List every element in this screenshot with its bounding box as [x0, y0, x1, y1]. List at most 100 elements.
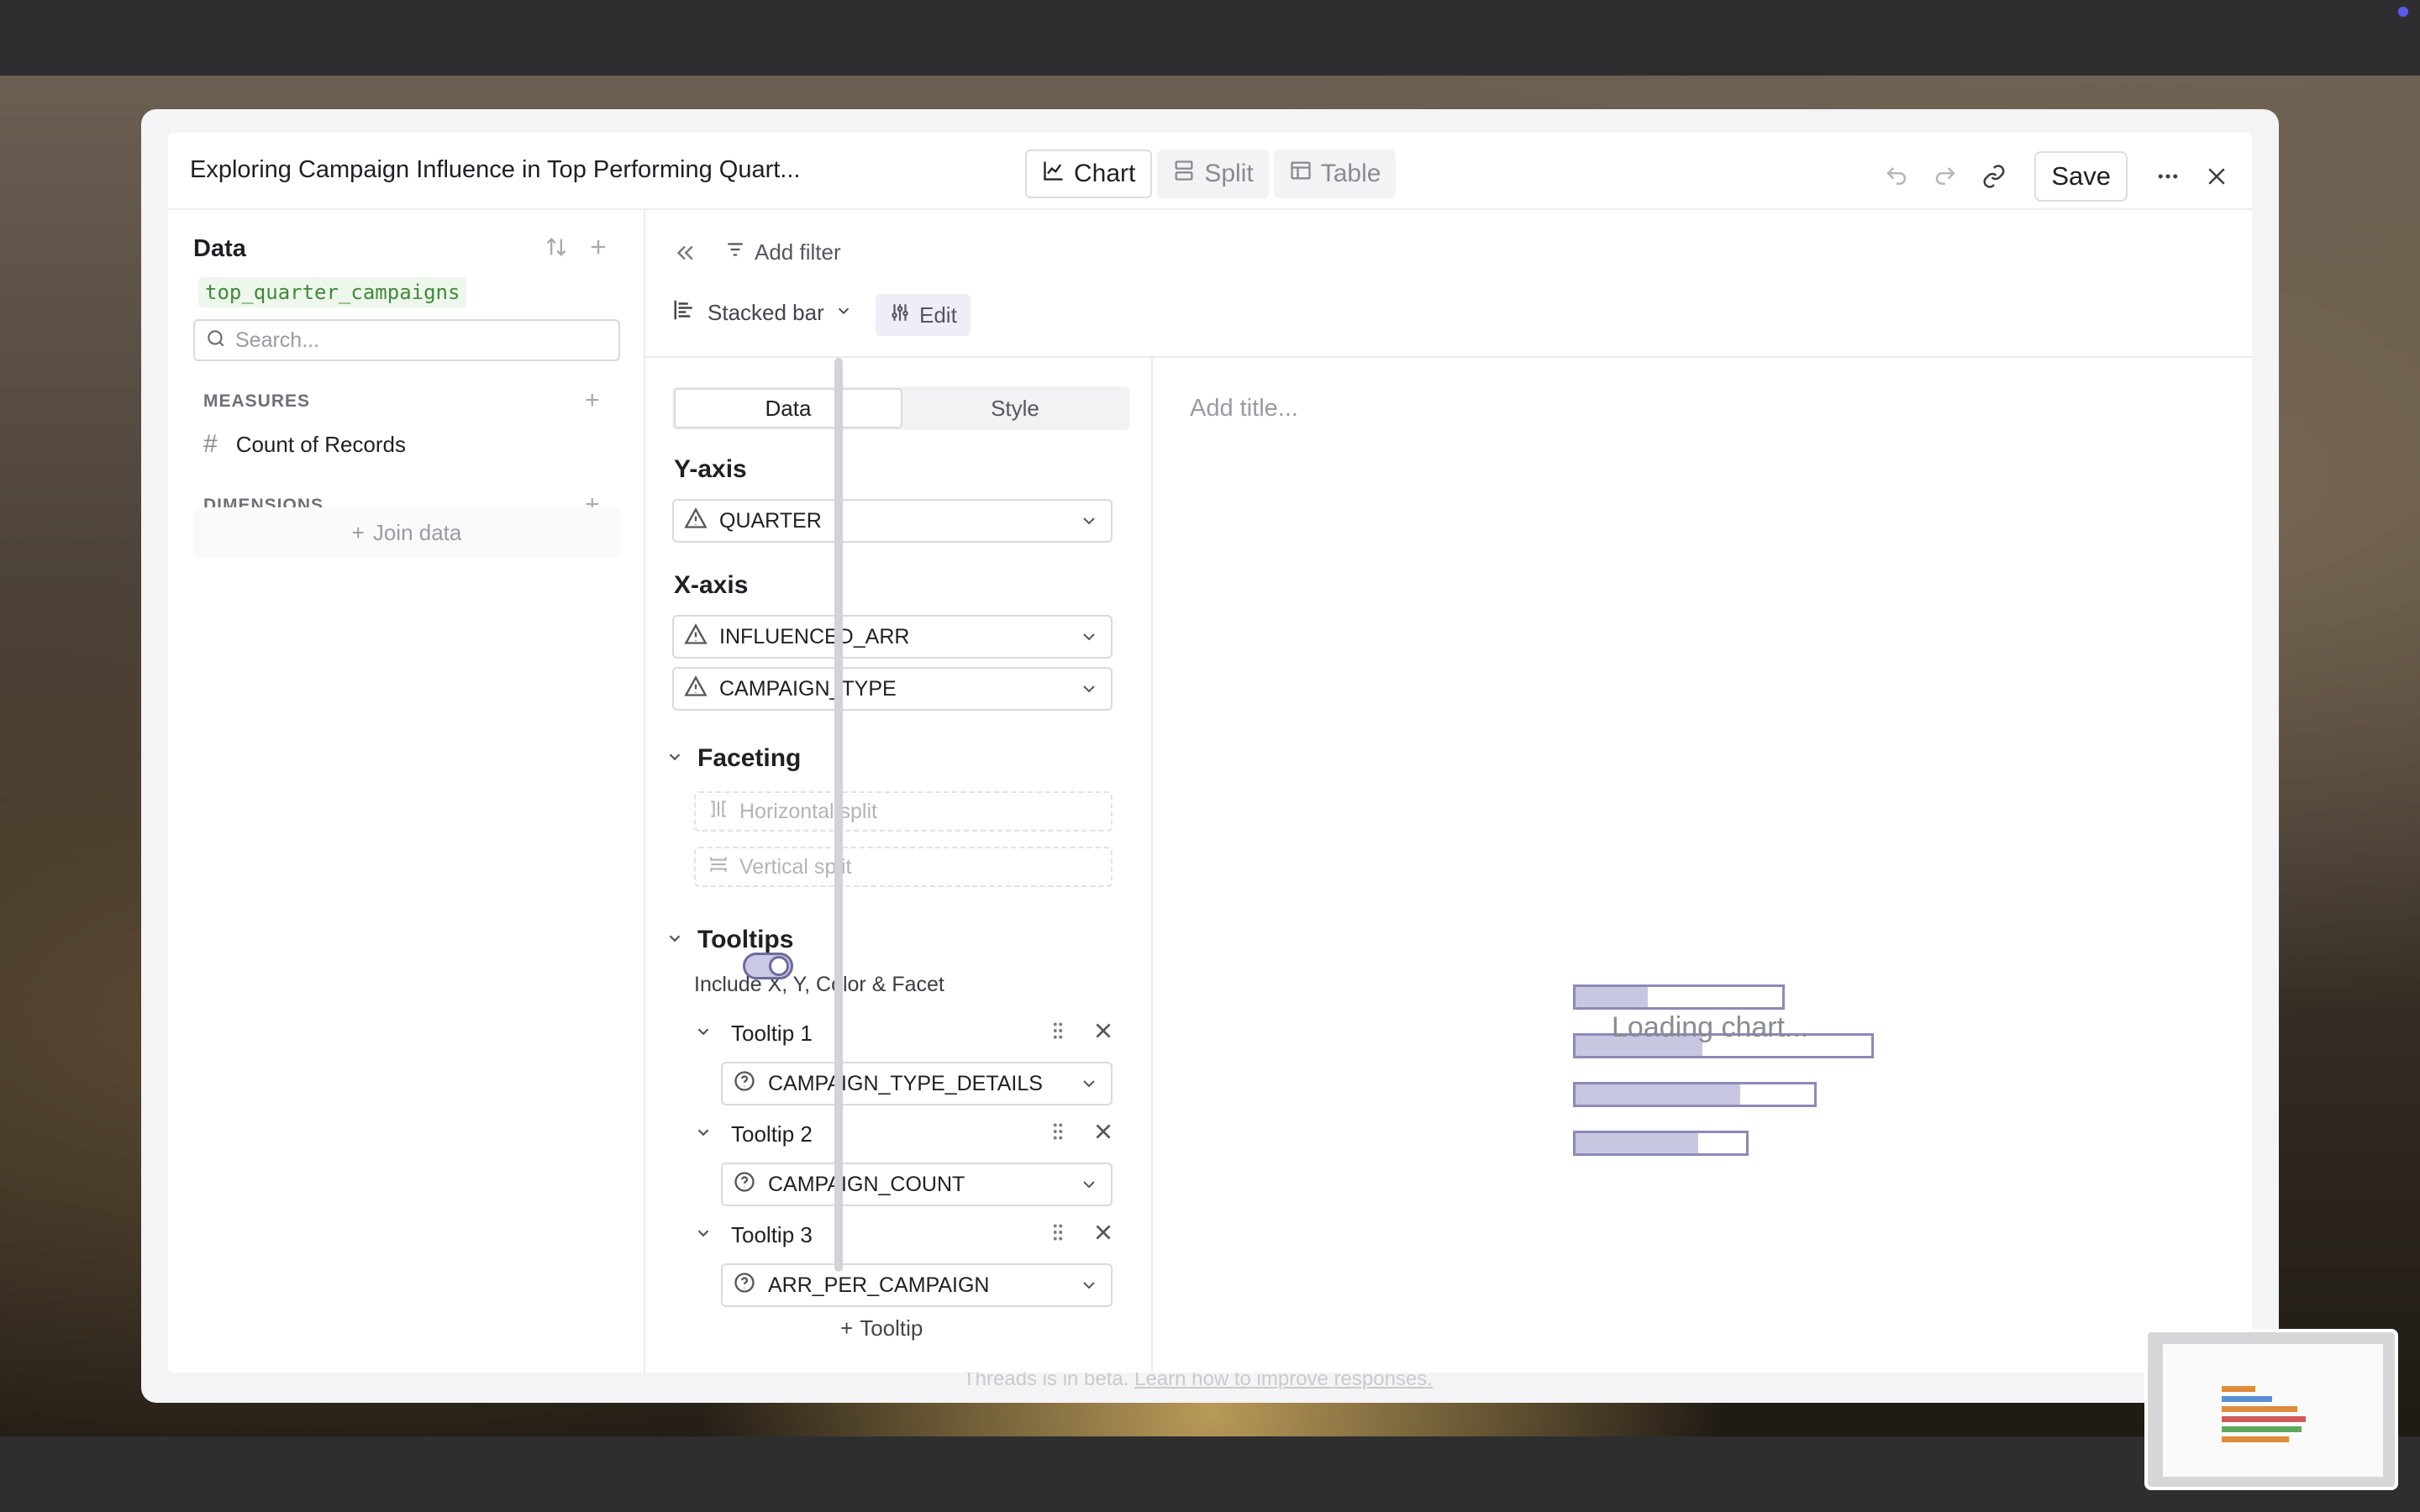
- remove-tooltip-icon[interactable]: [1092, 1121, 1114, 1148]
- tooltip-field[interactable]: CAMPAIGN_COUNT: [721, 1163, 1113, 1206]
- tooltip-label: Tooltip 1: [731, 1020, 813, 1046]
- chevron-down-icon[interactable]: [694, 1021, 713, 1047]
- table-icon: [1289, 159, 1313, 189]
- status-dot: [2398, 7, 2408, 17]
- tab-style[interactable]: Style: [902, 388, 1128, 428]
- tooltip-field-label: CAMPAIGN_TYPE_DETAILS: [768, 1071, 1043, 1095]
- loading-bar-fill: [1576, 987, 1649, 1007]
- os-top-bar: [0, 0, 2420, 76]
- remove-tooltip-icon[interactable]: [1092, 1020, 1114, 1047]
- tooltip-row[interactable]: Tooltip 2: [694, 1117, 1114, 1151]
- include-xy-toggle[interactable]: [743, 953, 793, 979]
- join-data-button[interactable]: + Join data: [193, 507, 620, 558]
- drag-handle-icon[interactable]: [1047, 1221, 1069, 1249]
- vertical-split-dropzone[interactable]: Vertical split: [694, 847, 1113, 887]
- vertical-split-icon: [708, 853, 729, 881]
- y-axis-field[interactable]: QUARTER: [672, 499, 1113, 543]
- chevron-down-icon: [666, 744, 684, 773]
- add-measure-icon[interactable]: +: [585, 388, 600, 413]
- close-icon[interactable]: [2198, 158, 2235, 195]
- drag-handle-icon[interactable]: [1047, 1121, 1069, 1148]
- search-field[interactable]: [193, 319, 620, 361]
- view-tabs: Chart Split Table: [1025, 150, 1397, 198]
- chevron-down-icon: [1079, 679, 1099, 705]
- tooltip-row[interactable]: Tooltip 1: [694, 1016, 1114, 1050]
- config-tabs: Data Style: [672, 386, 1129, 430]
- table-name-badge[interactable]: top_quarter_campaigns: [198, 277, 467, 307]
- add-tooltip-label: Tooltip: [860, 1315, 923, 1341]
- collapse-sidebar-icon[interactable]: [672, 240, 697, 270]
- more-options-icon[interactable]: [2149, 158, 2186, 195]
- tooltip-field-label: ARR_PER_CAMPAIGN: [768, 1273, 990, 1297]
- chart-workspace: Add filter Stacked bar Edit Data Style Y…: [645, 210, 2252, 1373]
- page-title[interactable]: Exploring Campaign Influence in Top Perf…: [190, 156, 800, 184]
- x-axis-field[interactable]: CAMPAIGN_TYPE: [672, 667, 1113, 711]
- split-icon: [1172, 159, 1196, 189]
- chart-type-select[interactable]: Stacked bar: [672, 297, 853, 328]
- loading-bar-fill: [1576, 1084, 1740, 1105]
- x-axis-field[interactable]: INFLUENCED_ARR: [672, 615, 1113, 659]
- question-icon: [733, 1069, 756, 1099]
- drag-handle-icon[interactable]: [1047, 1020, 1069, 1047]
- thumbnail-bar: [2222, 1436, 2289, 1442]
- faceting-section-toggle[interactable]: Faceting: [666, 744, 801, 773]
- sort-icon[interactable]: [544, 235, 568, 263]
- warning-icon: [684, 622, 708, 652]
- warning-icon: [684, 675, 708, 704]
- save-button[interactable]: Save: [2034, 151, 2128, 202]
- remove-tooltip-icon[interactable]: [1092, 1221, 1114, 1249]
- chevron-down-icon: [1079, 1275, 1099, 1301]
- tooltip-row[interactable]: Tooltip 3: [694, 1218, 1114, 1252]
- search-input[interactable]: [235, 328, 605, 353]
- loading-text: Loading chart...: [1612, 1011, 1809, 1043]
- toggle-knob: [769, 956, 789, 976]
- filter-icon: [724, 239, 746, 266]
- loading-bar: [1573, 984, 1785, 1010]
- question-icon: [733, 1170, 756, 1200]
- plus-icon: +: [351, 519, 365, 545]
- tooltips-section-toggle[interactable]: Tooltips: [666, 926, 793, 954]
- tooltip-field[interactable]: CAMPAIGN_TYPE_DETAILS: [721, 1062, 1113, 1105]
- config-panel: Data Style Y-axis QUARTER X-axis INFLUEN…: [645, 358, 1153, 1373]
- redo-icon[interactable]: [1927, 158, 1964, 195]
- editor-header: Exploring Campaign Influence in Top Perf…: [168, 133, 2252, 210]
- chevron-down-icon: [1079, 1074, 1099, 1100]
- tooltip-field-label: CAMPAIGN_COUNT: [768, 1172, 965, 1196]
- horizontal-split-dropzone[interactable]: Horizontal split: [694, 791, 1113, 832]
- chevron-down-icon: [1079, 1174, 1099, 1200]
- tab-split[interactable]: Split: [1157, 150, 1269, 198]
- thumbnail-bar: [2222, 1396, 2272, 1402]
- chevron-down-icon: [1079, 627, 1099, 653]
- edit-label: Edit: [919, 302, 957, 328]
- measure-item[interactable]: # Count of Records: [203, 430, 406, 459]
- chart-toolbar: Add filter Stacked bar Edit: [645, 210, 2252, 358]
- chevron-down-icon: [834, 300, 853, 326]
- add-filter-button[interactable]: Add filter: [724, 239, 841, 266]
- link-icon[interactable]: [1975, 158, 2012, 195]
- y-axis-field-label: QUARTER: [719, 508, 822, 533]
- warning-icon: [684, 507, 708, 536]
- tab-chart-label: Chart: [1074, 160, 1136, 187]
- join-data-label: Join data: [372, 519, 462, 545]
- tooltip-field[interactable]: ARR_PER_CAMPAIGN: [721, 1263, 1113, 1307]
- header-actions: Save: [1878, 151, 2235, 202]
- add-icon[interactable]: [587, 235, 610, 263]
- tab-chart[interactable]: Chart: [1025, 150, 1153, 198]
- config-scrollbar[interactable]: [834, 358, 843, 1272]
- tooltips-title: Tooltips: [697, 926, 794, 953]
- tab-data[interactable]: Data: [674, 388, 902, 428]
- faceting-title: Faceting: [697, 744, 802, 772]
- tab-table[interactable]: Table: [1273, 150, 1397, 198]
- screenshot-thumbnail[interactable]: [2144, 1329, 2398, 1490]
- os-bottom-bar: [0, 1436, 2420, 1512]
- sidebar-actions: [544, 235, 610, 263]
- chevron-down-icon[interactable]: [694, 1121, 713, 1147]
- horizontal-split-icon: [708, 798, 729, 826]
- chart-editor-modal: Exploring Campaign Influence in Top Perf…: [168, 133, 2252, 1373]
- add-tooltip-button[interactable]: + Tooltip: [840, 1315, 923, 1341]
- data-sidebar: Data top_quarter_campaigns MEASURES + # …: [168, 210, 645, 1373]
- chevron-down-icon[interactable]: [694, 1222, 713, 1248]
- undo-icon[interactable]: [1878, 158, 1915, 195]
- edit-button[interactable]: Edit: [876, 294, 971, 336]
- loading-bar-fill: [1576, 1133, 1699, 1153]
